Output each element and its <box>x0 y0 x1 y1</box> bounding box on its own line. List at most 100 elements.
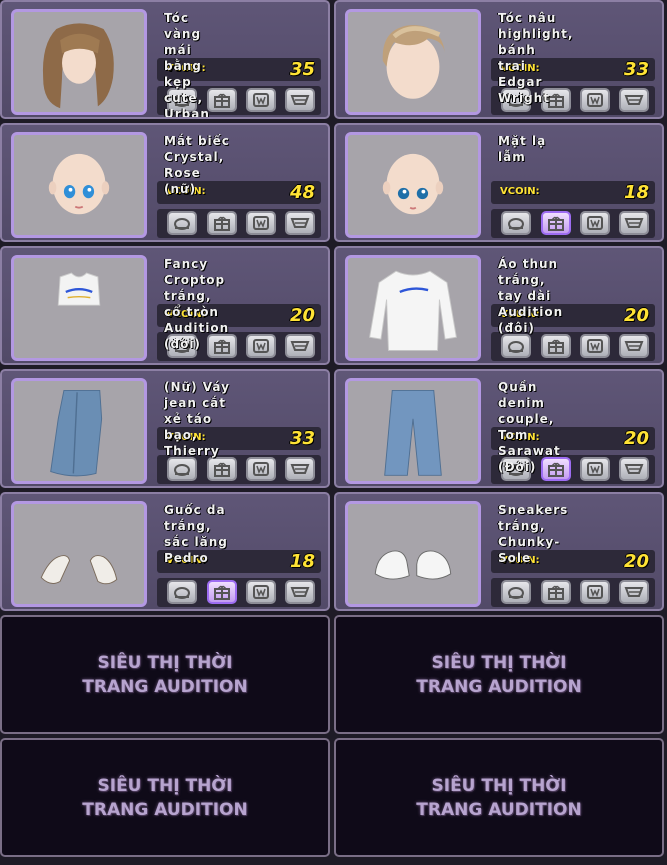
item-thumbnail[interactable] <box>345 378 481 484</box>
gift-button[interactable] <box>207 211 237 235</box>
gift-icon <box>214 585 230 600</box>
shop-item-card[interactable]: Sneakers trắng, Chunky-Sole VCOIN: 20 <box>334 492 664 611</box>
banner-text: SIÊU THỊ THỜI TRANG AUDITION <box>2 774 328 822</box>
cart-button[interactable] <box>285 211 315 235</box>
cart-icon <box>290 464 310 474</box>
shop-item-card[interactable]: Quần denim couple, Tom Sarawat (Đôi) VCO… <box>334 369 664 488</box>
cart-button[interactable] <box>619 88 649 112</box>
wishlist-button[interactable] <box>246 334 276 358</box>
gift-button[interactable] <box>541 211 571 235</box>
item-thumbnail[interactable] <box>345 9 481 115</box>
preview-icon <box>174 464 190 476</box>
cart-button[interactable] <box>619 580 649 604</box>
cart-icon <box>290 341 310 351</box>
currency-label: VCOIN: <box>500 186 540 197</box>
gift-button[interactable] <box>207 457 237 481</box>
cart-button[interactable] <box>285 88 315 112</box>
wishlist-button[interactable] <box>580 88 610 112</box>
preview-icon <box>174 587 190 599</box>
item-price: 20 <box>289 305 315 326</box>
item-name: Fancy Croptop trắng, cổ tròn Audition (đ… <box>164 257 230 351</box>
wishlist-button[interactable] <box>246 580 276 604</box>
item-price: 33 <box>289 428 315 449</box>
cart-button[interactable] <box>285 334 315 358</box>
banner-text: SIÊU THỊ THỜI TRANG AUDITION <box>336 774 662 822</box>
wishlist-button[interactable] <box>246 88 276 112</box>
gift-icon <box>548 585 564 600</box>
cart-button[interactable] <box>285 457 315 481</box>
cart-button[interactable] <box>285 580 315 604</box>
preview-button[interactable] <box>501 580 531 604</box>
item-name: Mặt lạ lẫm <box>498 134 547 164</box>
item-price: 20 <box>623 428 649 449</box>
preview-button[interactable] <box>167 211 197 235</box>
wishlist-icon <box>587 93 603 107</box>
cart-button[interactable] <box>619 334 649 358</box>
shop-item-card[interactable]: (Nữ) Váy jean cắt xẻ táo bạo, Thierry VC… <box>0 369 330 488</box>
wishlist-icon <box>253 462 269 476</box>
cart-icon <box>624 218 644 228</box>
heels-icon <box>40 555 118 585</box>
cart-icon <box>290 218 310 228</box>
item-thumbnail[interactable] <box>11 378 147 484</box>
shop-item-card[interactable]: Mắt biếc Crystal, Rose (nữ) VCOIN: 48 <box>0 123 330 242</box>
gift-icon <box>548 216 564 231</box>
gift-icon <box>548 339 564 354</box>
item-price: 20 <box>623 551 649 572</box>
item-thumbnail[interactable] <box>11 9 147 115</box>
shop-item-card[interactable]: Mặt lạ lẫm VCOIN: 18 <box>334 123 664 242</box>
shop-item-card[interactable]: Tóc vàng mái bằng kẹp cute, Urban VCOIN:… <box>0 0 330 119</box>
cart-button[interactable] <box>619 211 649 235</box>
item-name: Mắt biếc Crystal, Rose (nữ) <box>164 134 230 196</box>
price-bar: VCOIN: 18 <box>491 181 655 204</box>
banner-line-1: SIÊU THỊ THỜI <box>431 776 567 796</box>
shop-item-card[interactable]: Guốc da trắng, sắc lăng Pedro VCOIN: 18 <box>0 492 330 611</box>
preview-button[interactable] <box>501 334 531 358</box>
empty-slot-banner: SIÊU THỊ THỜI TRANG AUDITION <box>0 738 330 857</box>
item-name: (Nữ) Váy jean cắt xẻ táo bạo, Thierry <box>164 380 230 458</box>
cart-button[interactable] <box>619 457 649 481</box>
shop-item-card[interactable]: Fancy Croptop trắng, cổ tròn Audition (đ… <box>0 246 330 365</box>
banner-text: SIÊU THỊ THỜI TRANG AUDITION <box>336 651 662 699</box>
item-thumbnail[interactable] <box>345 501 481 607</box>
empty-slot-banner: SIÊU THỊ THỜI TRANG AUDITION <box>0 615 330 734</box>
preview-icon <box>174 218 190 230</box>
shop-grid: Tóc vàng mái bằng kẹp cute, Urban VCOIN:… <box>0 0 667 865</box>
item-thumbnail[interactable] <box>11 501 147 607</box>
item-name: Tóc vàng mái bằng kẹp cute, Urban <box>164 11 210 119</box>
item-thumbnail[interactable] <box>345 132 481 238</box>
gift-button[interactable] <box>541 334 571 358</box>
item-price: 20 <box>623 305 649 326</box>
banner-line-1: SIÊU THỊ THỜI <box>97 776 233 796</box>
action-bar <box>491 209 655 238</box>
preview-button[interactable] <box>167 457 197 481</box>
croptop-icon <box>57 272 101 306</box>
item-price: 33 <box>623 59 649 80</box>
item-thumbnail[interactable] <box>11 132 147 238</box>
jeans-icon <box>384 389 442 476</box>
shop-item-card[interactable]: Tóc nâu highlight, bánh trai Edgar Wrigh… <box>334 0 664 119</box>
preview-button[interactable] <box>501 211 531 235</box>
wishlist-button[interactable] <box>580 334 610 358</box>
gift-icon <box>214 216 230 231</box>
wishlist-icon <box>253 216 269 230</box>
wishlist-icon <box>587 585 603 599</box>
wishlist-button[interactable] <box>580 211 610 235</box>
banner-line-1: SIÊU THỊ THỜI <box>97 653 233 673</box>
preview-button[interactable] <box>167 580 197 604</box>
gift-button[interactable] <box>207 580 237 604</box>
cart-icon <box>624 587 644 597</box>
banner-line-2: TRANG AUDITION <box>416 677 582 697</box>
item-thumbnail[interactable] <box>345 255 481 361</box>
preview-icon <box>508 218 524 230</box>
wishlist-button[interactable] <box>246 457 276 481</box>
gift-button[interactable] <box>541 580 571 604</box>
wishlist-icon <box>587 339 603 353</box>
wishlist-button[interactable] <box>580 580 610 604</box>
wishlist-button[interactable] <box>580 457 610 481</box>
shop-item-card[interactable]: Áo thun trắng, tay dài Audition (đôi) VC… <box>334 246 664 365</box>
banner-line-2: TRANG AUDITION <box>82 677 248 697</box>
wishlist-button[interactable] <box>246 211 276 235</box>
wishlist-icon <box>253 339 269 353</box>
item-thumbnail[interactable] <box>11 255 147 361</box>
